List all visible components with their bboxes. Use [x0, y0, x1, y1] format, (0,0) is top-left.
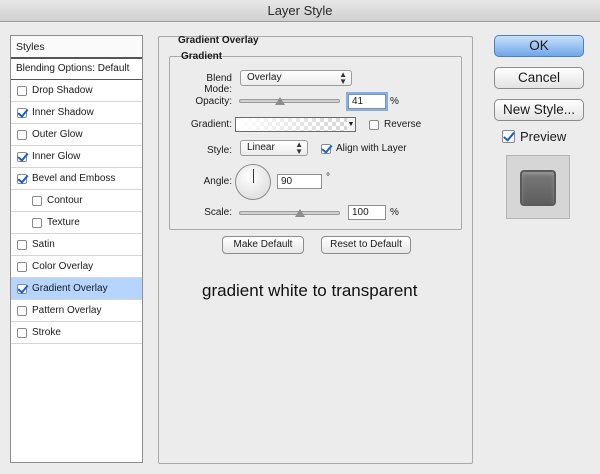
styles-item[interactable]: Stroke [11, 322, 142, 344]
styles-item-label: Color Overlay [32, 260, 94, 272]
select-arrows-icon: ▲ ▼ [339, 70, 347, 86]
styles-header[interactable]: Styles [11, 36, 142, 58]
checkbox-icon[interactable] [32, 217, 42, 228]
scale-label: Scale: [204, 207, 232, 218]
make-default-button[interactable]: Make Default [222, 236, 304, 254]
scale-unit: % [390, 207, 399, 218]
checkbox-icon[interactable] [17, 261, 27, 272]
styles-item[interactable]: Color Overlay [11, 256, 142, 278]
checkbox-icon[interactable] [17, 85, 27, 96]
styles-item-label: Texture [47, 216, 80, 228]
annotation-text: gradient white to transparent [202, 281, 418, 300]
scale-slider-thumb[interactable] [295, 209, 305, 217]
styles-item-label: Pattern Overlay [32, 304, 102, 316]
opacity-slider[interactable] [239, 99, 340, 103]
new-style-button[interactable]: New Style... [494, 99, 584, 121]
style-value: Linear [247, 142, 275, 153]
styles-item-label: Outer Glow [32, 128, 83, 140]
align-label: Align with Layer [336, 143, 407, 154]
blend-mode-label: Blend Mode: [204, 73, 232, 95]
checkbox-icon[interactable] [17, 107, 27, 118]
checkbox-icon[interactable] [17, 239, 27, 250]
checkbox-icon[interactable] [17, 305, 27, 316]
opacity-label: Opacity: [195, 96, 232, 107]
styles-item[interactable]: Gradient Overlay [11, 278, 142, 300]
reverse-label: Reverse [384, 119, 422, 130]
styles-item-label: Satin [32, 238, 55, 250]
styles-item-label: Inner Shadow [32, 106, 94, 118]
styles-item[interactable]: Satin [11, 234, 142, 256]
blend-mode-select[interactable]: Overlay ▲ ▼ [240, 70, 352, 86]
styles-item-label: Gradient Overlay [32, 282, 108, 294]
styles-item-label: Inner Glow [32, 150, 81, 162]
preview-checkbox[interactable]: Preview [502, 129, 566, 144]
group-title: Gradient Overlay [178, 35, 259, 46]
ok-button[interactable]: OK [494, 35, 584, 57]
align-with-layer-checkbox[interactable]: Align with Layer [321, 143, 407, 154]
styles-item[interactable]: Outer Glow [11, 124, 142, 146]
checkbox-icon[interactable] [17, 173, 27, 184]
styles-item-label: Contour [47, 194, 83, 206]
window-title: Layer Style [0, 0, 600, 22]
styles-item[interactable]: Bevel and Emboss [11, 168, 142, 190]
checkbox-icon[interactable] [17, 327, 27, 338]
styles-item[interactable]: Drop Shadow [11, 80, 142, 102]
preview-thumbnail [506, 155, 570, 219]
preview-check-icon[interactable] [502, 130, 515, 143]
styles-item[interactable]: Texture [11, 212, 142, 234]
styles-item-label: Stroke [32, 326, 61, 338]
gradient-label: Gradient: [190, 119, 232, 130]
styles-item-label: Bevel and Emboss [32, 172, 116, 184]
checkbox-icon[interactable] [17, 151, 27, 162]
reset-to-default-button[interactable]: Reset to Default [321, 236, 411, 254]
opacity-slider-thumb[interactable] [275, 97, 286, 105]
scale-input[interactable]: 100 [348, 205, 386, 220]
align-check-icon[interactable] [321, 143, 331, 154]
checkbox-icon[interactable] [17, 283, 27, 294]
angle-input[interactable]: 90 [277, 174, 322, 189]
blending-options-item[interactable]: Blending Options: Default [11, 58, 142, 80]
checkbox-icon[interactable] [32, 195, 42, 206]
preview-label: Preview [520, 129, 567, 144]
checkbox-icon[interactable] [17, 129, 27, 140]
angle-unit: ° [326, 172, 330, 183]
styles-item[interactable]: Contour [11, 190, 142, 212]
angle-hand [253, 169, 254, 183]
cancel-button[interactable]: Cancel [494, 67, 584, 89]
angle-label: Angle: [203, 176, 232, 187]
scale-slider[interactable] [239, 211, 340, 215]
opacity-unit: % [390, 96, 399, 107]
blend-mode-value: Overlay [247, 72, 282, 83]
select-arrows-icon: ▲ ▼ [295, 140, 303, 156]
opacity-input[interactable]: 41 [348, 94, 386, 109]
gradient-swatch[interactable] [235, 117, 348, 132]
styles-item-label: Drop Shadow [32, 84, 93, 96]
section-title: Gradient [181, 51, 223, 62]
preview-shape [520, 170, 556, 206]
reverse-check-icon[interactable] [369, 119, 379, 130]
reverse-checkbox[interactable]: Reverse [369, 119, 421, 130]
styles-item[interactable]: Pattern Overlay [11, 300, 142, 322]
gradient-dropdown-icon[interactable]: ▼ [347, 117, 356, 132]
style-select[interactable]: Linear ▲ ▼ [240, 140, 308, 156]
styles-item[interactable]: Inner Shadow [11, 102, 142, 124]
styles-item[interactable]: Inner Glow [11, 146, 142, 168]
style-label: Style: [206, 145, 232, 156]
angle-dial[interactable] [235, 164, 271, 200]
styles-list: Styles Blending Options: Default Drop Sh… [10, 35, 143, 463]
